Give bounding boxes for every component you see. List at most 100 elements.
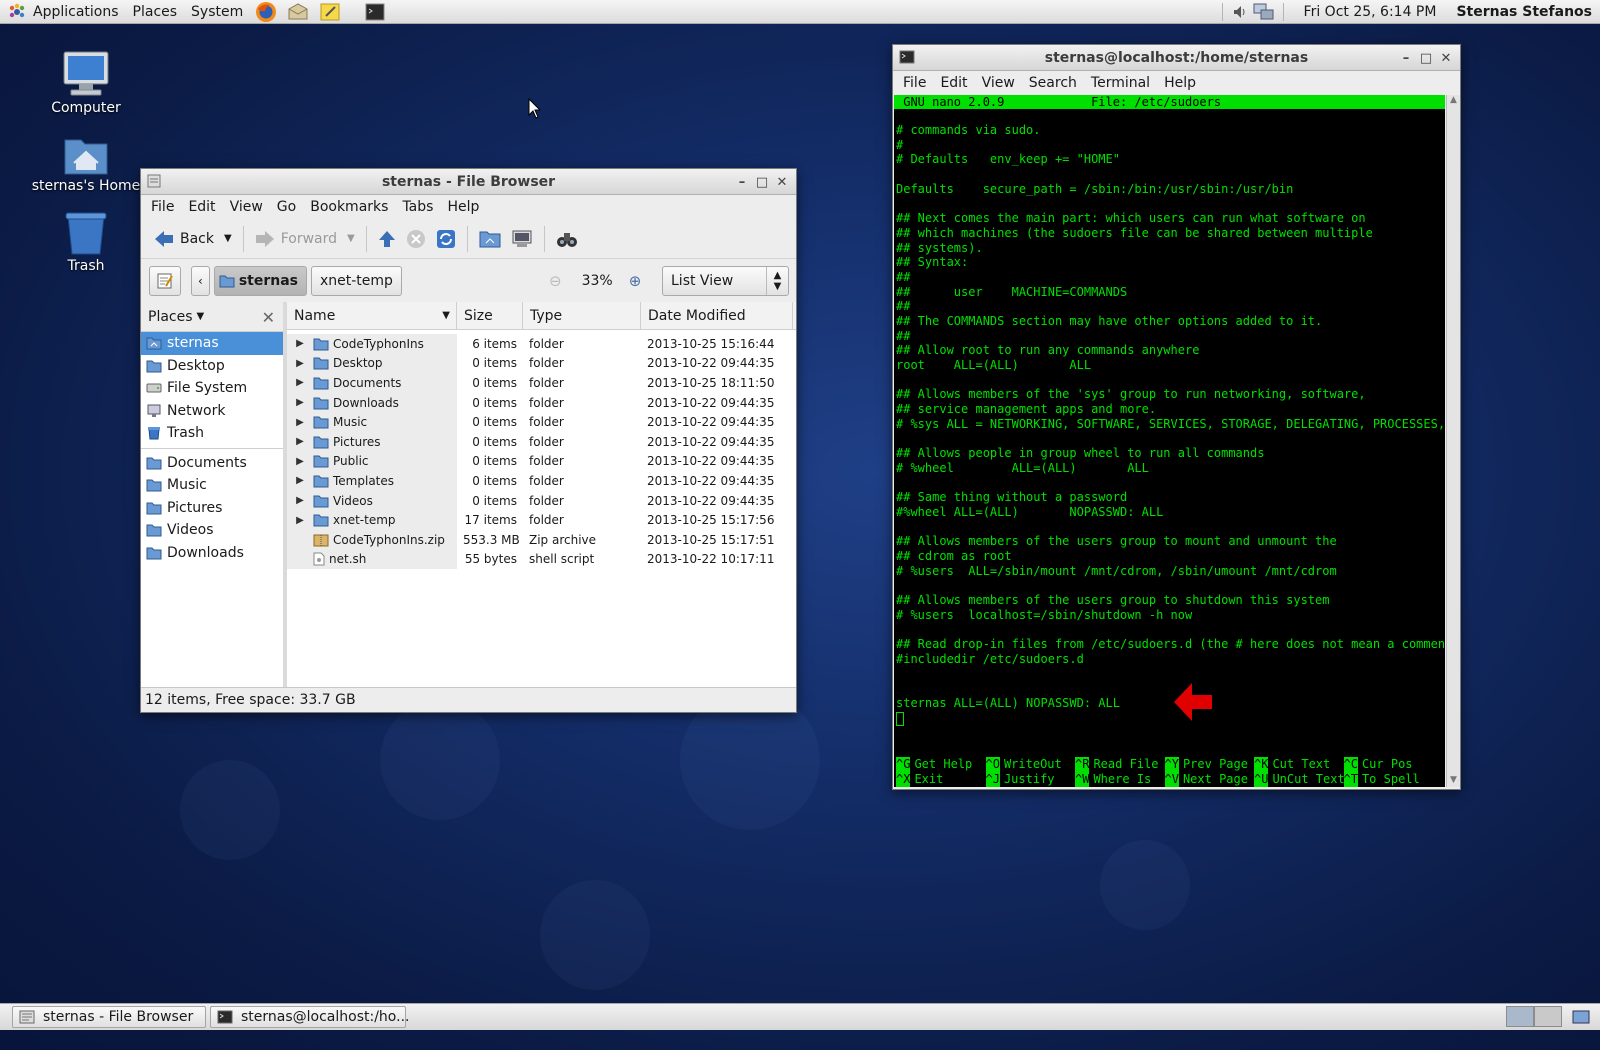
menu-edit[interactable]: Edit <box>181 199 222 215</box>
sidebar-item-music[interactable]: Music <box>141 474 283 497</box>
user-menu[interactable]: Sternas Stefanos <box>1450 4 1600 20</box>
table-row[interactable]: ▶ Documents 0 items folder 2013-10-25 18:11:… <box>287 373 796 393</box>
menu-file[interactable]: File <box>896 75 933 91</box>
table-row[interactable]: ▶ xnet-temp 17 items folder 2013-10-25 15:17… <box>287 510 796 530</box>
sidebar-item-file-system[interactable]: File System <box>141 377 283 400</box>
menu-go[interactable]: Go <box>270 199 303 215</box>
table-row[interactable]: CodeTyphonIns.zip 553.3 MB Zip archive 2013… <box>287 529 796 550</box>
scroll-up-icon[interactable]: ▲ <box>1447 95 1460 105</box>
expander-icon[interactable]: ▶ <box>293 436 307 447</box>
sidebar-item-desktop[interactable]: Desktop <box>141 355 283 378</box>
taskbar-file-browser[interactable]: sternas - File Browser <box>12 1006 206 1028</box>
path-button-sternas[interactable]: sternas <box>213 266 307 296</box>
terminal-screen[interactable]: GNU nano 2.0.9 File: /etc/sudoers # comm… <box>894 95 1445 787</box>
sidebar-item-network[interactable]: Network <box>141 400 283 423</box>
table-row[interactable]: ▶ Templates 0 items folder 2013-10-22 09:44:… <box>287 471 796 491</box>
minimize-button[interactable]: – <box>1396 48 1416 68</box>
workspace-2[interactable] <box>1534 1006 1562 1027</box>
desktop-icon-computer[interactable]: Computer <box>31 44 141 116</box>
view-mode-select[interactable]: List View ▲ ▼ <box>662 266 789 296</box>
table-row[interactable]: ▶ Downloads 0 items folder 2013-10-22 09:44:… <box>287 392 796 413</box>
system-menu[interactable]: System <box>184 0 250 24</box>
maximize-button[interactable]: □ <box>752 172 772 192</box>
back-history-dropdown[interactable]: ▼ <box>219 223 237 255</box>
taskbar-terminal[interactable]: sternas@localhost:/ho... <box>210 1006 409 1028</box>
menu-edit[interactable]: Edit <box>933 75 974 91</box>
show-desktop-icon[interactable] <box>1568 1006 1594 1027</box>
forward-history-dropdown[interactable]: ▼ <box>342 223 360 255</box>
home-button[interactable] <box>474 223 506 255</box>
scroll-down-icon[interactable]: ▼ <box>1447 775 1460 785</box>
sidebar-item-trash[interactable]: Trash <box>141 422 283 445</box>
close-sidebar-icon[interactable]: ✕ <box>262 308 275 327</box>
column-type[interactable]: Type <box>523 302 641 329</box>
sidebar-item-documents[interactable]: Documents <box>141 452 283 475</box>
forward-button[interactable]: Forward <box>250 223 342 255</box>
table-row[interactable]: net.sh 55 bytes shell script 2013-10-22 10:… <box>287 549 796 570</box>
expander-icon[interactable]: ▶ <box>293 475 307 486</box>
toggle-location-button[interactable] <box>149 266 181 296</box>
menu-view[interactable]: View <box>975 75 1022 91</box>
expander-icon[interactable]: ▶ <box>293 495 307 506</box>
column-size[interactable]: Size <box>457 302 523 329</box>
stop-button[interactable] <box>401 223 431 255</box>
terminal-icon[interactable] <box>899 50 915 68</box>
search-button[interactable] <box>551 223 583 255</box>
sidebar-item-sternas[interactable]: sternas <box>141 332 283 355</box>
minimize-button[interactable]: – <box>732 172 752 192</box>
maximize-button[interactable]: □ <box>1416 48 1436 68</box>
column-name[interactable]: Name ▼ <box>287 302 457 329</box>
table-row[interactable]: ▶ Desktop 0 items folder 2013-10-22 09:44:35 <box>287 353 796 374</box>
path-button-xnet-temp[interactable]: xnet-temp <box>310 266 402 296</box>
table-row[interactable]: ▶ Public 0 items folder 2013-10-22 09:44:35 <box>287 451 796 472</box>
table-row[interactable]: ▶ CodeTyphonIns 6 items folder 2013-10-25 15… <box>287 334 796 354</box>
firefox-icon[interactable] <box>253 1 279 23</box>
up-button[interactable] <box>373 223 401 255</box>
terminal-icon[interactable] <box>362 1 388 23</box>
path-scroll-left-button[interactable]: ‹ <box>191 266 210 296</box>
expander-icon[interactable]: ▶ <box>293 338 307 349</box>
gnome-foot-icon[interactable] <box>8 3 26 21</box>
menu-terminal[interactable]: Terminal <box>1084 75 1157 91</box>
reload-button[interactable] <box>431 223 461 255</box>
places-menu[interactable]: Places <box>126 0 185 24</box>
menu-file[interactable]: File <box>144 199 181 215</box>
expander-icon[interactable]: ▶ <box>293 456 307 467</box>
expander-icon[interactable]: ▶ <box>293 397 307 408</box>
table-row[interactable]: ▶ Videos 0 items folder 2013-10-22 09:44:35 <box>287 490 796 511</box>
applications-menu[interactable]: Applications <box>26 0 126 24</box>
zoom-out-icon[interactable]: ⊖ <box>549 272 562 290</box>
workspace-1[interactable] <box>1506 1006 1534 1027</box>
file-browser-titlebar[interactable]: sternas - File Browser – □ ✕ <box>141 169 796 195</box>
menu-view[interactable]: View <box>223 199 270 215</box>
terminal-titlebar[interactable]: sternas@localhost:/home/sternas – □ ✕ <box>893 45 1460 71</box>
desktop-icon-trash[interactable]: Trash <box>31 202 141 274</box>
desktop-icon-home[interactable]: sternas's Home <box>31 122 141 194</box>
clock[interactable]: Fri Oct 25, 6:14 PM <box>1290 4 1451 20</box>
menu-help[interactable]: Help <box>1157 75 1203 91</box>
notes-icon[interactable] <box>317 1 343 23</box>
places-header[interactable]: Places ▼ ✕ <box>141 302 283 332</box>
editor-content[interactable]: # commands via sudo. # # Defaults env_keep… <box>896 123 1445 711</box>
menu-help[interactable]: Help <box>440 199 486 215</box>
table-row[interactable]: ▶ Music 0 items folder 2013-10-22 09:44:35 <box>287 412 796 432</box>
sidebar-item-pictures[interactable]: Pictures <box>141 497 283 520</box>
table-row[interactable]: ▶ Pictures 0 items folder 2013-10-22 09:44:3… <box>287 431 796 452</box>
close-button[interactable]: ✕ <box>772 172 792 192</box>
volume-icon[interactable] <box>1229 2 1251 22</box>
back-button[interactable]: Back <box>149 223 219 255</box>
expander-icon[interactable]: ▶ <box>293 377 307 388</box>
menu-search[interactable]: Search <box>1022 75 1084 91</box>
expander-icon[interactable]: ▶ <box>293 417 307 428</box>
mail-icon[interactable] <box>285 1 311 23</box>
menu-tabs[interactable]: Tabs <box>395 199 440 215</box>
menu-bookmarks[interactable]: Bookmarks <box>303 199 395 215</box>
expander-icon[interactable]: ▶ <box>293 358 307 369</box>
expander-icon[interactable]: ▶ <box>293 515 307 526</box>
window-menu-icon[interactable] <box>147 174 161 192</box>
network-status-icon[interactable] <box>1251 2 1277 22</box>
computer-button[interactable] <box>506 223 538 255</box>
column-date-modified[interactable]: Date Modified <box>641 302 793 329</box>
close-button[interactable]: ✕ <box>1436 48 1456 68</box>
sidebar-item-downloads[interactable]: Downloads <box>141 542 283 565</box>
